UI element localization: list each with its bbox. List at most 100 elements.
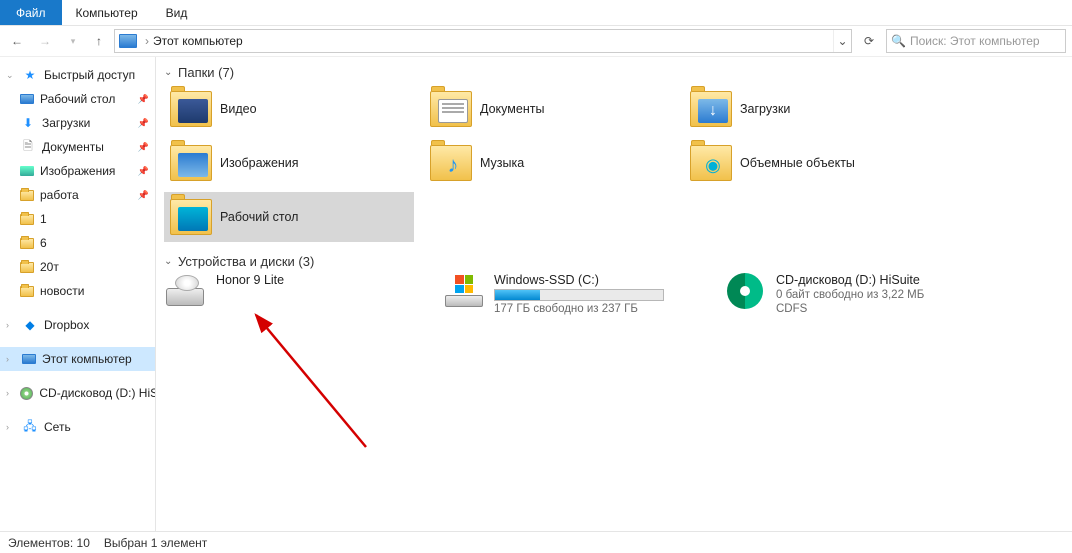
sidebar-item-1[interactable]: 1	[0, 207, 155, 231]
device-icon	[164, 273, 206, 309]
drive-d[interactable]: CD-дисковод (D:) HiSuite 0 байт свободно…	[724, 273, 974, 315]
group-header-drives[interactable]: ⌄ Устройства и диски (3)	[164, 254, 1072, 269]
sidebar: ⌄ ★ Быстрый доступ Рабочий стол 📌 ⬇ Загр…	[0, 57, 156, 531]
sidebar-label: 20т	[40, 260, 59, 274]
pc-icon	[119, 34, 137, 48]
sidebar-label: Этот компьютер	[42, 352, 132, 366]
address-caret: ›	[141, 34, 153, 48]
folder-label: Изображения	[220, 156, 299, 170]
downloads-icon: ⬇	[20, 115, 36, 131]
search-input[interactable]: 🔍 Поиск: Этот компьютер	[886, 29, 1066, 53]
folder-label: Рабочий стол	[220, 210, 298, 224]
pin-icon: 📌	[138, 190, 149, 201]
address-text: Этот компьютер	[153, 34, 833, 48]
nav-back-button[interactable]: ←	[6, 30, 28, 52]
ribbon: Файл Компьютер Вид	[0, 0, 1072, 26]
sidebar-label: 1	[40, 212, 47, 226]
folder-label: Документы	[480, 102, 544, 116]
sidebar-item-downloads[interactable]: ⬇ Загрузки 📌	[0, 111, 155, 135]
sidebar-label: Dropbox	[44, 318, 89, 332]
sidebar-label: Изображения	[40, 164, 115, 178]
folder-label: Загрузки	[740, 102, 790, 116]
documents-icon: 🗎	[20, 139, 36, 155]
sidebar-quick-access[interactable]: ⌄ ★ Быстрый доступ	[0, 63, 155, 87]
nav-forward-button[interactable]: →	[34, 30, 56, 52]
folder-videos[interactable]: Видео	[164, 84, 414, 134]
expand-icon: ⌄	[6, 70, 16, 81]
sidebar-network[interactable]: › 🖧 Сеть	[0, 415, 155, 439]
sidebar-cd[interactable]: › CD-дисковод (D:) HiSuite	[0, 381, 155, 405]
pin-icon: 📌	[138, 142, 149, 153]
drive-name: CD-дисковод (D:) HiSuite	[776, 273, 924, 287]
explorer-body: ⌄ ★ Быстрый доступ Рабочий стол 📌 ⬇ Загр…	[0, 56, 1072, 531]
folder-icon	[20, 214, 34, 225]
search-placeholder: Поиск: Этот компьютер	[910, 34, 1040, 48]
navbar: ← → ▾ ↑ › Этот компьютер ⌄ ⟳ 🔍 Поиск: Эт…	[0, 26, 1072, 56]
expand-icon: ›	[6, 422, 16, 432]
content-pane[interactable]: ⌄ Папки (7) Видео Документы Загрузки Изо…	[156, 57, 1072, 531]
drive-name: Honor 9 Lite	[216, 273, 284, 287]
folder-icon	[170, 199, 212, 235]
drive-honor[interactable]: Honor 9 Lite	[164, 273, 414, 315]
folder-icon	[430, 145, 472, 181]
folder-label: Музыка	[480, 156, 524, 170]
desktop-icon	[20, 94, 34, 104]
refresh-button[interactable]: ⟳	[858, 30, 880, 52]
folder-desktop[interactable]: Рабочий стол	[164, 192, 414, 242]
capacity-bar	[494, 289, 664, 301]
ribbon-tab-computer[interactable]: Компьютер	[62, 0, 152, 25]
expand-icon: ›	[6, 354, 16, 364]
folder-3d[interactable]: Объемные объекты	[684, 138, 934, 188]
folder-icon	[430, 91, 472, 127]
nav-history-dropdown[interactable]: ▾	[62, 30, 84, 52]
sidebar-item-20t[interactable]: 20т	[0, 255, 155, 279]
pc-icon	[22, 354, 36, 364]
status-item-count: Элементов: 10	[8, 536, 90, 550]
drives-row: Honor 9 Lite Windows-SSD (C:) 177 ГБ сво…	[164, 273, 1072, 315]
address-dropdown[interactable]: ⌄	[833, 30, 851, 52]
expand-icon: ›	[6, 320, 16, 330]
sidebar-label: 6	[40, 236, 47, 250]
folder-documents[interactable]: Документы	[424, 84, 674, 134]
sidebar-label: Загрузки	[42, 116, 90, 130]
nav-up-button[interactable]: ↑	[90, 32, 108, 50]
sidebar-label: Рабочий стол	[40, 92, 115, 106]
folder-pictures[interactable]: Изображения	[164, 138, 414, 188]
dropbox-icon: ◆	[22, 317, 38, 333]
network-icon: 🖧	[22, 419, 38, 435]
drive-c[interactable]: Windows-SSD (C:) 177 ГБ свободно из 237 …	[444, 273, 694, 315]
sidebar-label: новости	[40, 284, 84, 298]
folders-grid: Видео Документы Загрузки Изображения Муз…	[164, 84, 1072, 242]
sidebar-item-pictures[interactable]: Изображения 📌	[0, 159, 155, 183]
drive-name: Windows-SSD (C:)	[494, 273, 664, 287]
folder-icon	[20, 238, 34, 249]
folder-icon	[690, 145, 732, 181]
drive-free-text: 0 байт свободно из 3,22 МБ	[776, 289, 924, 301]
sidebar-dropbox[interactable]: › ◆ Dropbox	[0, 313, 155, 337]
ribbon-tab-view[interactable]: Вид	[152, 0, 202, 25]
address-bar[interactable]: › Этот компьютер ⌄	[114, 29, 852, 53]
folder-downloads[interactable]: Загрузки	[684, 84, 934, 134]
sidebar-item-6[interactable]: 6	[0, 231, 155, 255]
sidebar-label: Документы	[42, 140, 104, 154]
sidebar-item-documents[interactable]: 🗎 Документы 📌	[0, 135, 155, 159]
pictures-icon	[20, 166, 34, 176]
drive-fs: CDFS	[776, 303, 924, 315]
sidebar-item-news[interactable]: новости	[0, 279, 155, 303]
sidebar-label: Сеть	[44, 420, 71, 434]
sidebar-item-work[interactable]: работа 📌	[0, 183, 155, 207]
sidebar-thispc[interactable]: › Этот компьютер	[0, 347, 155, 371]
chevron-down-icon: ⌄	[164, 256, 178, 267]
star-icon: ★	[22, 67, 38, 83]
search-icon: 🔍	[891, 34, 906, 48]
folder-icon	[20, 190, 34, 201]
status-bar: Элементов: 10 Выбран 1 элемент	[0, 531, 1072, 553]
folder-music[interactable]: Музыка	[424, 138, 674, 188]
group-header-folders[interactable]: ⌄ Папки (7)	[164, 65, 1072, 80]
chevron-down-icon: ⌄	[164, 67, 178, 78]
cd-icon	[724, 273, 766, 309]
sidebar-item-desktop[interactable]: Рабочий стол 📌	[0, 87, 155, 111]
windows-icon	[455, 275, 473, 293]
folder-label: Видео	[220, 102, 257, 116]
ribbon-tab-file[interactable]: Файл	[0, 0, 62, 25]
